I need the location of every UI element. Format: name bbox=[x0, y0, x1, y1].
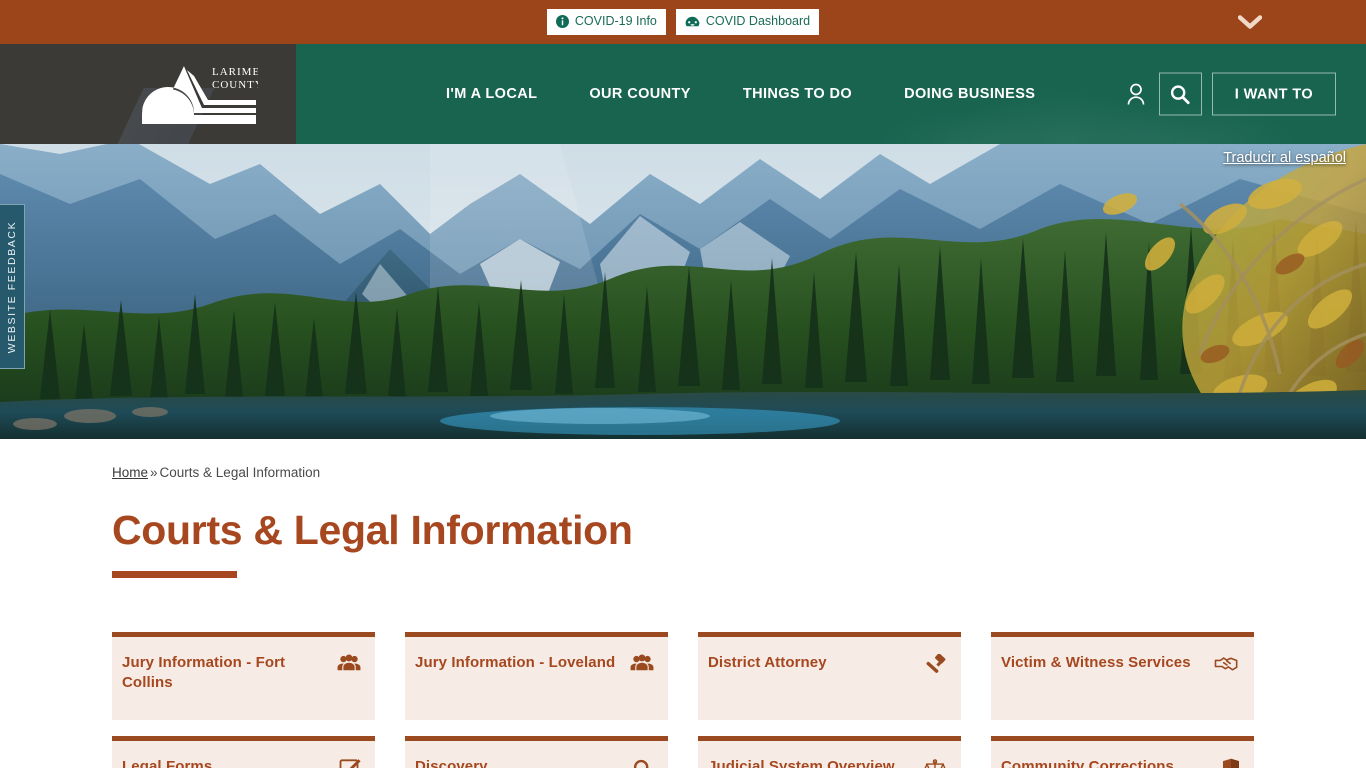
card-community-corrections[interactable]: Community Corrections bbox=[991, 736, 1254, 768]
card-district-attorney[interactable]: District Attorney bbox=[698, 632, 961, 721]
card-label: Victim & Witness Services bbox=[1001, 654, 1191, 672]
website-feedback-tab[interactable]: Website Feedback bbox=[0, 204, 25, 369]
site-header: LARIMER COUNTY I'M A LOCAL OUR COUNTY TH… bbox=[0, 44, 1366, 144]
nav-item-things-to-do[interactable]: THINGS TO DO bbox=[743, 76, 852, 112]
person-icon[interactable] bbox=[1123, 79, 1149, 109]
breadcrumb-current: Courts & Legal Information bbox=[159, 465, 321, 480]
search-button[interactable] bbox=[1158, 72, 1202, 116]
covid-19-info-label: COVID-19 Info bbox=[574, 14, 657, 29]
page-title: Courts & Legal Information bbox=[112, 507, 633, 553]
card-label: Legal Forms bbox=[122, 758, 213, 768]
main-navigation: I'M A LOCAL OUR COUNTY THINGS TO DO DOIN… bbox=[296, 44, 1366, 144]
card-label: Discovery bbox=[415, 758, 488, 768]
pen-square-icon bbox=[335, 758, 361, 768]
search-icon bbox=[628, 758, 654, 768]
card-jury-information-fort-collins[interactable]: Jury Information - Fort Collins bbox=[112, 632, 375, 721]
title-underline-rule bbox=[112, 571, 237, 579]
card-label: Jury Information - Loveland bbox=[415, 654, 616, 672]
card-victim-and-witness-services[interactable]: Victim & Witness Services bbox=[991, 632, 1254, 721]
covid-19-info-button[interactable]: COVID-19 Info bbox=[546, 9, 666, 35]
card-label: Community Corrections bbox=[1001, 758, 1174, 768]
covid-dashboard-label: COVID Dashboard bbox=[705, 14, 811, 29]
nav-item-doing-business[interactable]: DOING BUSINESS bbox=[904, 76, 1035, 112]
breadcrumb-separator: » bbox=[150, 465, 158, 480]
larimer-county-mountain-logo: LARIMER COUNTY bbox=[140, 58, 268, 130]
covid-dashboard-button[interactable]: COVID Dashboard bbox=[675, 9, 820, 35]
svg-text:LARIMER: LARIMER bbox=[212, 66, 258, 78]
i-want-to-button[interactable]: I WANT TO bbox=[1211, 72, 1336, 116]
main-content: Home» Courts & Legal Information Courts &… bbox=[0, 439, 1366, 768]
hero-image bbox=[0, 144, 1366, 439]
translate-to-spanish-link[interactable]: Traducir al español bbox=[1223, 150, 1346, 166]
shield-icon bbox=[1214, 758, 1240, 768]
card-label: Jury Information - Fort Collins bbox=[122, 654, 286, 692]
search-icon bbox=[1169, 83, 1191, 105]
info-circle-icon bbox=[555, 15, 569, 28]
utility-top-bar: COVID-19 Info COVID Dashboard bbox=[0, 0, 1366, 44]
breadcrumb: Home» Courts & Legal Information bbox=[112, 439, 1258, 480]
scales-of-justice-icon bbox=[921, 758, 947, 768]
handshake-icon bbox=[1214, 654, 1240, 676]
dashboard-icon bbox=[685, 15, 700, 28]
card-jury-information-loveland[interactable]: Jury Information - Loveland bbox=[405, 632, 668, 721]
users-group-icon bbox=[335, 654, 361, 676]
svg-text:COUNTY: COUNTY bbox=[212, 79, 258, 91]
gavel-icon bbox=[921, 654, 947, 676]
logo-block[interactable]: LARIMER COUNTY bbox=[0, 44, 296, 144]
card-judicial-system-overview[interactable]: Judicial System Overview bbox=[698, 736, 961, 768]
website-feedback-label: Website Feedback bbox=[6, 220, 18, 353]
nav-item-im-a-local[interactable]: I'M A LOCAL bbox=[446, 76, 537, 112]
users-group-icon bbox=[628, 654, 654, 676]
nav-item-our-county[interactable]: OUR COUNTY bbox=[589, 76, 690, 112]
card-label: District Attorney bbox=[708, 654, 827, 672]
breadcrumb-home-link[interactable]: Home bbox=[112, 465, 148, 480]
hero-banner: Website Feedback Traducir al español bbox=[0, 144, 1366, 439]
service-card-grid: Jury Information - Fort Collins Jury Inf… bbox=[112, 632, 1258, 768]
chevron-down-icon[interactable] bbox=[1237, 9, 1263, 35]
card-discovery[interactable]: Discovery bbox=[405, 736, 668, 768]
card-legal-forms[interactable]: Legal Forms bbox=[112, 736, 375, 768]
card-label: Judicial System Overview bbox=[708, 758, 895, 768]
